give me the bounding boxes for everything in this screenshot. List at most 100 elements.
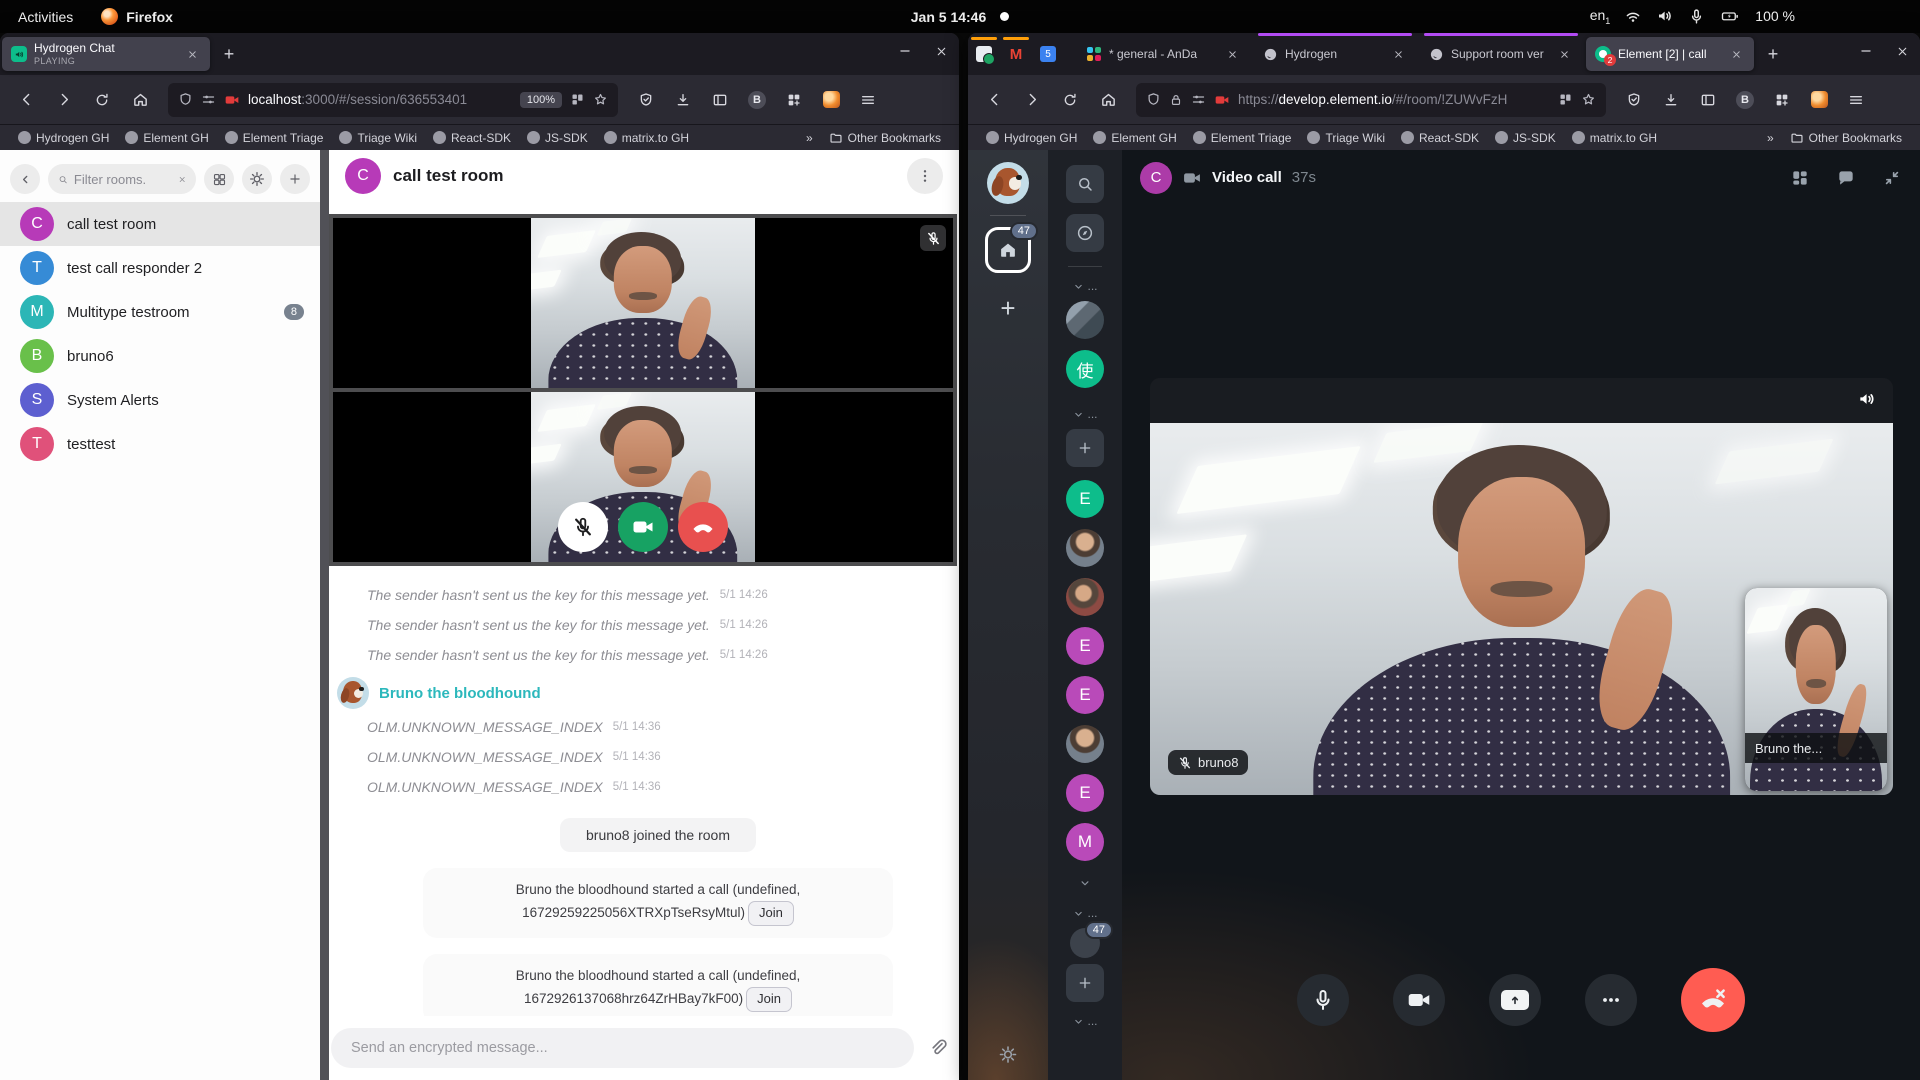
bookmark-item[interactable]: matrix.to GH bbox=[1566, 129, 1663, 147]
room-avatar[interactable]: M bbox=[1066, 823, 1104, 861]
join-call-button[interactable]: Join bbox=[748, 901, 794, 926]
microphone-button[interactable] bbox=[1297, 974, 1349, 1026]
camera-in-use-icon[interactable] bbox=[224, 92, 240, 108]
more-options-button[interactable] bbox=[1585, 974, 1637, 1026]
camera-button[interactable] bbox=[1393, 974, 1445, 1026]
quick-settings-gear[interactable] bbox=[999, 1045, 1018, 1064]
address-bar[interactable]: https://develop.element.io/#/room/!ZUWvF… bbox=[1136, 83, 1606, 117]
bookmark-item[interactable]: Triage Wiki bbox=[333, 129, 423, 147]
zoom-level-badge[interactable]: 100% bbox=[520, 92, 562, 108]
sender-display-name[interactable]: Bruno the bloodhound bbox=[379, 685, 541, 702]
bookmark-item[interactable]: Element Triage bbox=[1187, 129, 1298, 147]
room-list-item[interactable]: C call test room bbox=[0, 202, 320, 246]
back-button[interactable] bbox=[10, 84, 42, 116]
sender-avatar[interactable] bbox=[337, 677, 369, 709]
filter-rooms-input[interactable] bbox=[74, 172, 172, 187]
camera-in-use-icon[interactable] bbox=[1214, 92, 1230, 108]
tab-close-icon[interactable] bbox=[183, 45, 201, 63]
focused-app-menu[interactable]: Firefox bbox=[101, 8, 173, 25]
collapse-sidebar-button[interactable] bbox=[10, 164, 40, 194]
window-minimize-button[interactable] bbox=[897, 43, 913, 59]
tab-slack-general[interactable]: * general - AnDa bbox=[1078, 37, 1250, 71]
forward-button[interactable] bbox=[48, 84, 80, 116]
toggle-camera-button[interactable] bbox=[618, 502, 668, 552]
room-list-item[interactable]: M Multitype testroom 8 bbox=[0, 290, 320, 334]
room-avatar[interactable]: E bbox=[1066, 480, 1104, 518]
room-avatar[interactable]: 使 bbox=[1066, 350, 1104, 388]
bookmark-item[interactable]: Hydrogen GH bbox=[12, 129, 115, 147]
bookmark-item[interactable]: Element GH bbox=[1087, 129, 1182, 147]
room-options-kebab-button[interactable] bbox=[907, 158, 943, 194]
bookmark-item[interactable]: React-SDK bbox=[427, 129, 517, 147]
back-button[interactable] bbox=[978, 84, 1010, 116]
window-close-button[interactable] bbox=[1894, 43, 1910, 59]
bookmark-star-icon[interactable] bbox=[593, 92, 608, 107]
explore-compass-button[interactable] bbox=[1066, 214, 1104, 252]
grid-view-button[interactable] bbox=[204, 164, 234, 194]
permissions-icon[interactable] bbox=[201, 92, 216, 107]
user-avatar[interactable] bbox=[987, 162, 1029, 204]
extension-addon-icon[interactable] bbox=[815, 84, 847, 116]
system-tray[interactable]: en1 100 % bbox=[1590, 7, 1920, 26]
room-list-item[interactable]: T testtest bbox=[0, 422, 320, 466]
shield-icon[interactable] bbox=[1146, 92, 1161, 107]
room-list-item[interactable]: T test call responder 2 bbox=[0, 246, 320, 290]
bookmark-item[interactable]: Hydrogen GH bbox=[980, 129, 1083, 147]
search-button[interactable] bbox=[1066, 165, 1104, 203]
section-collapse-chevron[interactable]: ... bbox=[1072, 279, 1097, 293]
remote-video-tile[interactable]: bruno8 Bruno the... bbox=[1150, 378, 1893, 795]
bookmark-item[interactable]: JS-SDK bbox=[521, 129, 594, 147]
room-avatar[interactable]: E bbox=[1066, 676, 1104, 714]
reload-button[interactable] bbox=[1054, 84, 1086, 116]
new-tab-button[interactable]: + bbox=[1760, 41, 1786, 67]
attachment-paperclip-icon[interactable] bbox=[928, 1038, 948, 1058]
forward-button[interactable] bbox=[1016, 84, 1048, 116]
bookmark-item[interactable]: React-SDK bbox=[1395, 129, 1485, 147]
tab-close-icon[interactable] bbox=[1223, 45, 1241, 63]
video-tile-remote[interactable] bbox=[333, 218, 953, 388]
tab-element-call[interactable]: 2 Element [2] | call bbox=[1586, 37, 1754, 71]
hangup-button[interactable] bbox=[1681, 968, 1745, 1032]
home-button[interactable] bbox=[124, 84, 156, 116]
add-room-button[interactable] bbox=[1066, 429, 1104, 467]
bookmark-item[interactable]: Element GH bbox=[119, 129, 214, 147]
tab-hydrogen-chat[interactable]: Hydrogen Chat PLAYING bbox=[2, 37, 210, 71]
address-bar[interactable]: localhost:3000/#/session/636553401 100% bbox=[168, 83, 618, 117]
pinned-tab-gmail[interactable]: M bbox=[1000, 37, 1032, 71]
section-collapse-chevron[interactable]: ... bbox=[1072, 1014, 1097, 1028]
room-avatar[interactable]: E bbox=[1066, 774, 1104, 812]
page-layout-icon[interactable] bbox=[570, 92, 585, 107]
other-bookmarks-folder[interactable]: Other Bookmarks bbox=[823, 129, 947, 147]
room-avatar[interactable]: E bbox=[1066, 627, 1104, 665]
extensions-icon[interactable] bbox=[1766, 84, 1798, 116]
layout-tiles-icon[interactable] bbox=[1790, 168, 1810, 188]
other-bookmarks-folder[interactable]: Other Bookmarks bbox=[1784, 129, 1908, 147]
section-collapse-chevron[interactable]: ... bbox=[1072, 407, 1097, 421]
room-avatar-photo[interactable] bbox=[1066, 578, 1104, 616]
bookmarks-overflow-button[interactable]: » bbox=[1761, 129, 1780, 147]
bookmark-item[interactable]: Triage Wiki bbox=[1301, 129, 1391, 147]
room-avatar-photo[interactable] bbox=[1066, 301, 1104, 339]
downloads-icon[interactable] bbox=[1655, 84, 1687, 116]
tab-close-icon[interactable] bbox=[1389, 45, 1407, 63]
tab-close-icon[interactable] bbox=[1555, 45, 1573, 63]
bookmark-star-icon[interactable] bbox=[1581, 92, 1596, 107]
keyboard-layout-indicator[interactable]: en1 bbox=[1590, 7, 1611, 26]
filter-rooms-search[interactable] bbox=[48, 164, 196, 194]
room-list-item[interactable]: B bruno6 bbox=[0, 334, 320, 378]
extension-addon-icon[interactable] bbox=[1803, 84, 1835, 116]
room-avatar-photo[interactable] bbox=[1066, 529, 1104, 567]
new-tab-button[interactable]: + bbox=[216, 41, 242, 67]
room-list-item[interactable]: S System Alerts bbox=[0, 378, 320, 422]
extensions-icon[interactable] bbox=[778, 84, 810, 116]
chat-bubble-icon[interactable] bbox=[1836, 168, 1856, 188]
clear-filter-icon[interactable] bbox=[178, 174, 186, 185]
bookmarks-overflow-button[interactable]: » bbox=[800, 129, 819, 147]
page-layout-icon[interactable] bbox=[1558, 92, 1573, 107]
hangup-button[interactable] bbox=[678, 502, 728, 552]
volume-icon[interactable] bbox=[1857, 389, 1877, 409]
mute-microphone-button[interactable] bbox=[558, 502, 608, 552]
window-minimize-button[interactable] bbox=[1858, 43, 1874, 59]
bookmark-item[interactable]: JS-SDK bbox=[1489, 129, 1562, 147]
add-room-button[interactable] bbox=[1066, 964, 1104, 1002]
